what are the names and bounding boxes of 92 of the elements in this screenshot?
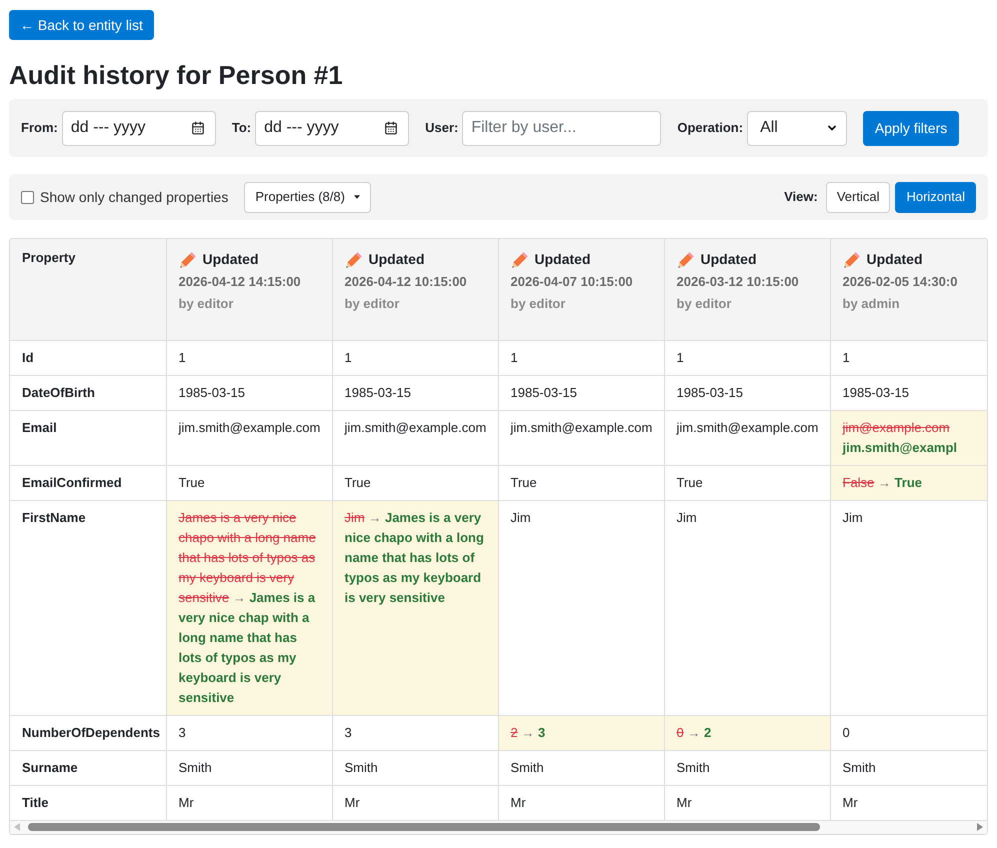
- table-cell: Jim: [830, 500, 987, 715]
- table-cell: Mr: [830, 785, 987, 820]
- operation-label: Updated: [534, 250, 590, 269]
- field-label: Operation:: [677, 119, 744, 138]
- user-filter-field[interactable]: Filter by user...: [462, 110, 662, 146]
- table-cell: jim.smith@example.com: [166, 410, 332, 465]
- caret-icon: [354, 195, 360, 199]
- properties-dropdown[interactable]: Properties (8/8): [244, 182, 371, 212]
- field-label: To:: [232, 119, 252, 138]
- changed-cell: jim@example.com jim.smith@exampl: [830, 410, 987, 465]
- table-cell: jim.smith@example.com: [664, 410, 830, 465]
- table-cell: 3: [332, 715, 498, 750]
- timestamp: 2026-04-12 14:15:00: [178, 273, 301, 291]
- table-cell: jim.smith@example.com: [498, 410, 664, 465]
- table-cell: 1: [498, 340, 664, 375]
- table-cell: Mr: [498, 785, 664, 820]
- calendar-icon[interactable]: [190, 121, 205, 135]
- property-name: Email: [10, 410, 166, 465]
- view-toggle[interactable]: Horizontal: [895, 182, 976, 212]
- timestamp: 2026-02-05 14:30:0: [842, 273, 958, 291]
- pencil-icon: [510, 250, 528, 268]
- pencil-icon: [842, 250, 860, 268]
- field-label: User:: [425, 119, 458, 138]
- table-cell: jim.smith@example.com: [332, 410, 498, 465]
- checkbox-label[interactable]: Show only changed properties: [40, 186, 228, 208]
- user-label: by editor: [676, 294, 732, 313]
- table-cell: 1985-03-15: [664, 375, 830, 410]
- table-cell: 1985-03-15: [498, 375, 664, 410]
- property-name: DateOfBirth: [10, 375, 166, 410]
- pencil-icon: [178, 250, 196, 268]
- table-cell: True: [664, 465, 830, 500]
- table-cell: 1: [332, 340, 498, 375]
- changed-cell: 2 → 3: [498, 715, 664, 750]
- table-cell: Jim: [664, 500, 830, 715]
- property-name: Title: [10, 785, 166, 820]
- operation-label: Updated: [368, 250, 424, 269]
- pencil-icon: [676, 250, 694, 268]
- user-label: by editor: [178, 294, 234, 313]
- calendar-icon[interactable]: [384, 121, 398, 135]
- operation-label: Updated: [700, 250, 756, 269]
- table-cell: Mr: [664, 785, 830, 820]
- table-cell: True: [166, 465, 332, 500]
- field-label: From:: [21, 119, 58, 138]
- date-field[interactable]: dd --- yyyy: [255, 110, 410, 146]
- property-name: Surname: [10, 750, 166, 785]
- changed-cell: James is a very nice chapo with a long name that has lots of typos as my keyboard is very sensitive → James is a very nice chap with a long name that has lots of typos as my keyboard is very sensitive: [166, 500, 332, 715]
- property-name: NumberOfDependents: [10, 715, 166, 750]
- scrollbar-thumb[interactable]: [28, 823, 820, 831]
- changed-cell: 0 → 2: [664, 715, 830, 750]
- table-cell: Smith: [498, 750, 664, 785]
- user-label: by editor: [510, 294, 566, 313]
- operation-label: Updated: [202, 250, 258, 269]
- view-label: View:: [784, 188, 818, 206]
- table-cell: 1: [664, 340, 830, 375]
- column-header: Property: [10, 239, 166, 340]
- table-cell: Smith: [664, 750, 830, 785]
- table-cell: Smith: [332, 750, 498, 785]
- apply-filters-button[interactable]: Apply filters: [863, 110, 960, 146]
- scroll-right-icon[interactable]: [977, 823, 983, 831]
- horizontal-scrollbar[interactable]: [10, 820, 987, 834]
- user-label: by editor: [344, 294, 400, 313]
- page-title: Audit history for Person #1: [9, 59, 343, 92]
- user-label: by admin: [842, 294, 900, 313]
- operation-label: Updated: [866, 250, 922, 269]
- changed-cell: False → True: [830, 465, 987, 500]
- pencil-icon: [344, 250, 362, 268]
- timestamp: 2026-04-12 10:15:00: [344, 273, 467, 291]
- table-cell: Jim: [498, 500, 664, 715]
- property-name: Id: [10, 340, 166, 375]
- timestamp: 2026-03-12 10:15:00: [676, 273, 799, 291]
- property-name: FirstName: [10, 500, 166, 715]
- property-name: EmailConfirmed: [10, 465, 166, 500]
- checkbox[interactable]: [21, 190, 34, 204]
- date-field[interactable]: dd --- yyyy: [62, 110, 216, 146]
- table-cell: Smith: [830, 750, 987, 785]
- timestamp: 2026-04-07 10:15:00: [510, 273, 633, 291]
- table-cell: Smith: [166, 750, 332, 785]
- table-cell: 1985-03-15: [332, 375, 498, 410]
- table-cell: True: [332, 465, 498, 500]
- table-cell: 1985-03-15: [830, 375, 987, 410]
- table-cell: True: [498, 465, 664, 500]
- back-button[interactable]: ← Back to entity list: [9, 10, 154, 40]
- view-toggle[interactable]: Vertical: [826, 182, 890, 212]
- operation-select[interactable]: All: [747, 110, 848, 146]
- table-cell: 3: [166, 715, 332, 750]
- changed-cell: Jim → James is a very nice chapo with a long name that has lots of typos as my keyboard is very sensitive: [332, 500, 498, 715]
- table-cell: 1985-03-15: [166, 375, 332, 410]
- table-cell: 1: [166, 340, 332, 375]
- table-cell: 1: [830, 340, 987, 375]
- table-cell: 0: [830, 715, 987, 750]
- table-cell: Mr: [166, 785, 332, 820]
- table-cell: Mr: [332, 785, 498, 820]
